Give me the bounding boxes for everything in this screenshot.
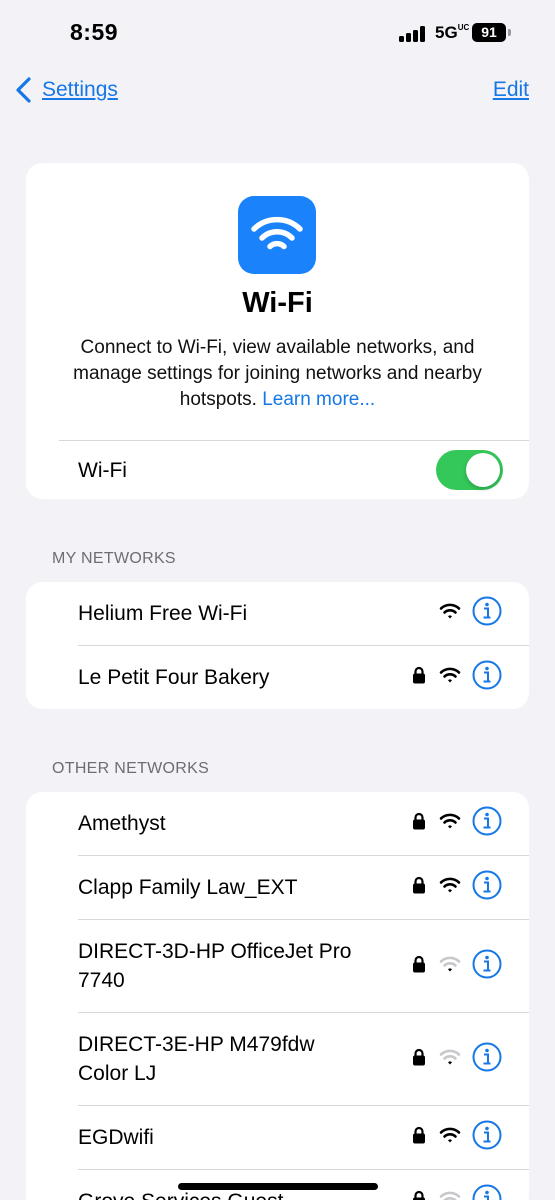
network-row[interactable]: Amethyst bbox=[26, 792, 529, 855]
battery-tip bbox=[508, 29, 511, 36]
toggle-knob bbox=[466, 453, 500, 487]
wifi-icon bbox=[251, 216, 303, 250]
lock-icon bbox=[412, 955, 426, 978]
hero-description: Connect to Wi-Fi, view available network… bbox=[46, 335, 509, 413]
wifi-signal-icon bbox=[439, 812, 461, 835]
battery-level: 91 bbox=[481, 24, 497, 40]
info-icon[interactable] bbox=[472, 870, 502, 905]
divider bbox=[59, 440, 529, 441]
lock-icon bbox=[412, 1190, 426, 1200]
wifi-signal-icon bbox=[439, 1126, 461, 1149]
info-icon[interactable] bbox=[472, 806, 502, 841]
lock-icon bbox=[412, 1126, 426, 1149]
network-type: 5GUC bbox=[435, 23, 470, 42]
network-name: DIRECT-3D-HP OfficeJet Pro 7740 bbox=[78, 940, 352, 992]
lock-icon bbox=[412, 812, 426, 835]
wifi-signal-icon bbox=[439, 1190, 461, 1200]
other-networks-list: Amethyst Clapp Family Law_EXT DIRECT-3D-HP… bbox=[26, 792, 529, 1200]
network-name: DIRECT-3E-HP M479fdw Color LJ bbox=[78, 1033, 315, 1085]
status-bar: 8:59 5GUC 91 bbox=[0, 0, 555, 64]
my-networks-list: Helium Free Wi-Fi Le Petit Four Bakery bbox=[26, 582, 529, 709]
wifi-signal-icon bbox=[439, 666, 461, 689]
lock-icon bbox=[412, 876, 426, 899]
wifi-signal-icon bbox=[439, 602, 461, 625]
my-networks-header: MY NETWORKS bbox=[52, 550, 176, 567]
network-row[interactable]: Clapp Family Law_EXT bbox=[26, 856, 529, 919]
info-icon[interactable] bbox=[472, 660, 502, 695]
nav-bar: Settings Edit bbox=[0, 70, 555, 114]
network-name: Helium Free Wi-Fi bbox=[78, 602, 248, 625]
wifi-signal-icon bbox=[439, 1048, 461, 1071]
wifi-signal-icon bbox=[439, 955, 461, 978]
wifi-header-card: Wi-Fi Connect to Wi-Fi, view available n… bbox=[26, 163, 529, 499]
network-row[interactable]: Le Petit Four Bakery bbox=[26, 646, 529, 709]
network-name: Clapp Family Law_EXT bbox=[78, 876, 298, 899]
network-row[interactable]: EGDwifi bbox=[26, 1106, 529, 1169]
chevron-left-icon bbox=[16, 77, 31, 103]
wifi-toggle[interactable] bbox=[436, 450, 503, 490]
other-networks-header: OTHER NETWORKS bbox=[52, 760, 210, 777]
info-icon[interactable] bbox=[472, 596, 502, 631]
back-button[interactable]: Settings bbox=[14, 76, 118, 104]
network-row[interactable]: DIRECT-3E-HP M479fdw Color LJ bbox=[26, 1013, 529, 1105]
network-name: Le Petit Four Bakery bbox=[78, 666, 270, 689]
network-row[interactable]: Helium Free Wi-Fi bbox=[26, 582, 529, 645]
battery-icon: 91 bbox=[472, 23, 506, 42]
network-name: Amethyst bbox=[78, 812, 166, 835]
info-icon[interactable] bbox=[472, 1120, 502, 1155]
edit-button[interactable]: Edit bbox=[493, 78, 529, 102]
info-icon[interactable] bbox=[472, 949, 502, 984]
lock-icon bbox=[412, 1048, 426, 1071]
cellular-signal-icon bbox=[399, 26, 429, 42]
learn-more-link[interactable]: Learn more... bbox=[262, 389, 375, 410]
status-time: 8:59 bbox=[70, 19, 119, 45]
page-title: Wi-Fi bbox=[242, 287, 313, 319]
back-label: Settings bbox=[42, 78, 118, 101]
network-name: EGDwifi bbox=[78, 1126, 154, 1149]
network-row[interactable]: DIRECT-3D-HP OfficeJet Pro 7740 bbox=[26, 920, 529, 1012]
info-icon[interactable] bbox=[472, 1042, 502, 1077]
home-indicator bbox=[178, 1183, 378, 1190]
wifi-app-icon bbox=[238, 196, 316, 274]
wifi-toggle-label: Wi-Fi bbox=[78, 459, 127, 482]
lock-icon bbox=[412, 666, 426, 689]
wifi-signal-icon bbox=[439, 876, 461, 899]
info-icon[interactable] bbox=[472, 1184, 502, 1200]
